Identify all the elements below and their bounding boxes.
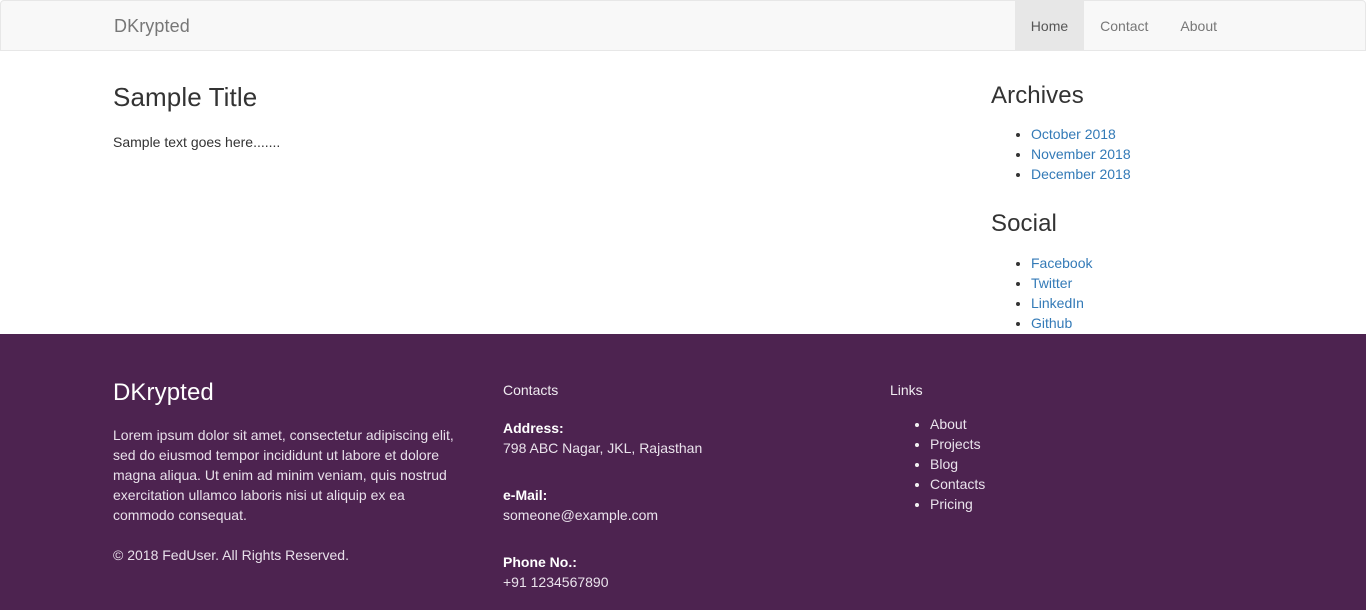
footer-email-value: someone@example.com	[503, 507, 659, 523]
sidebar: Archives October 2018 November 2018 Dece…	[991, 51, 1253, 333]
list-item[interactable]: LinkedIn	[1031, 293, 1253, 313]
archives-heading: Archives	[991, 82, 1084, 109]
main-navbar: DKrypted Home Contact About	[0, 0, 1366, 51]
footer-link-blog[interactable]: Blog	[930, 456, 958, 472]
main-column: Sample Title Sample text goes here......…	[113, 51, 991, 333]
navbar-brand-text: DKrypted	[114, 15, 190, 36]
footer-contacts-column: Contacts Address: 798 ABC Nagar, JKL, Ra…	[503, 334, 890, 610]
nav-link-about[interactable]: About	[1164, 1, 1233, 50]
nav-link-home[interactable]: Home	[1014, 1, 1085, 50]
list-item[interactable]: Contacts	[930, 474, 1253, 494]
list-item[interactable]: Twitter	[1031, 273, 1253, 293]
nav-item-about[interactable]: About	[1164, 1, 1233, 50]
nav-link-contact[interactable]: Contact	[1084, 1, 1164, 50]
footer-links-heading: Links	[890, 382, 923, 398]
footer-address-value: 798 ABC Nagar, JKL, Rajasthan	[503, 440, 703, 456]
list-item[interactable]: December 2018	[1031, 164, 1253, 184]
footer-about-text: Lorem ipsum dolor sit amet, consectetur …	[113, 427, 454, 524]
archive-link-october-2018[interactable]: October 2018	[1031, 126, 1116, 142]
footer-copyright: © 2018 FedUser. All Rights Reserved.	[113, 547, 349, 564]
social-link-twitter[interactable]: Twitter	[1031, 275, 1072, 291]
social-heading: Social	[991, 210, 1057, 238]
page-content: Sample Title Sample text goes here......…	[0, 51, 1366, 334]
social-link-github[interactable]: Github	[1031, 315, 1072, 331]
footer-email-label: e-Mail:	[503, 487, 548, 503]
nav-item-home[interactable]: Home	[1014, 1, 1085, 50]
navbar-right-padding	[1233, 1, 1365, 50]
footer-link-projects[interactable]: Projects	[930, 436, 981, 452]
list-item[interactable]: Facebook	[1031, 253, 1253, 273]
social-list: Facebook Twitter LinkedIn Github	[991, 253, 1253, 333]
footer-phone-value: +91 1234567890	[503, 574, 609, 590]
footer-links-list: About Projects Blog Contacts Pricing	[890, 414, 1253, 514]
footer-contacts-heading: Contacts	[503, 382, 559, 398]
site-footer: DKrypted Lorem ipsum dolor sit amet, con…	[0, 334, 1366, 610]
footer-link-about[interactable]: About	[930, 416, 967, 432]
list-item[interactable]: Projects	[930, 434, 1253, 454]
social-link-facebook[interactable]: Facebook	[1031, 255, 1092, 271]
list-item[interactable]: Blog	[930, 454, 1253, 474]
footer-address-block: Address: 798 ABC Nagar, JKL, Rajasthan	[503, 418, 890, 458]
page-title: Sample Title	[113, 82, 258, 112]
list-item[interactable]: November 2018	[1031, 144, 1253, 164]
footer-links-column: Links About Projects Blog Contacts Prici…	[890, 334, 1253, 610]
list-item[interactable]: Pricing	[930, 494, 1253, 514]
navbar-spacer	[205, 1, 1015, 50]
footer-link-contacts[interactable]: Contacts	[930, 476, 985, 492]
footer-address-label: Address:	[503, 420, 564, 436]
archives-list: October 2018 November 2018 December 2018	[991, 124, 1253, 184]
footer-brand: DKrypted	[113, 379, 214, 406]
archive-link-november-2018[interactable]: November 2018	[1031, 146, 1131, 162]
footer-link-pricing[interactable]: Pricing	[930, 496, 973, 512]
footer-about-column: DKrypted Lorem ipsum dolor sit amet, con…	[113, 334, 503, 610]
nav-item-contact[interactable]: Contact	[1084, 1, 1164, 50]
social-link-linkedin[interactable]: LinkedIn	[1031, 295, 1084, 311]
navbar-brand-link[interactable]: DKrypted	[1, 1, 205, 50]
list-item[interactable]: October 2018	[1031, 124, 1253, 144]
footer-email-block: e-Mail: someone@example.com	[503, 485, 890, 525]
list-item[interactable]: Github	[1031, 313, 1253, 333]
archive-link-december-2018[interactable]: December 2018	[1031, 166, 1131, 182]
footer-phone-block: Phone No.: +91 1234567890	[503, 552, 890, 592]
navbar-menu: Home Contact About	[1014, 1, 1233, 50]
content-container: Sample Title Sample text goes here......…	[0, 51, 1366, 333]
list-item[interactable]: About	[930, 414, 1253, 434]
footer-phone-label: Phone No.:	[503, 554, 577, 570]
page-body-text: Sample text goes here.......	[113, 133, 281, 150]
